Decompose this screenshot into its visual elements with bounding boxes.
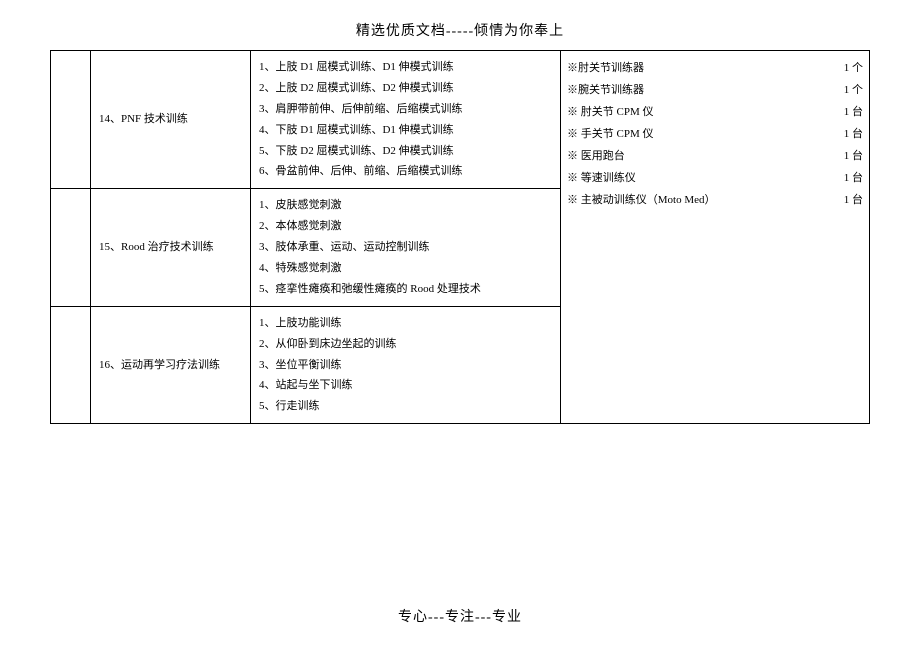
equipment-item: ※ 肘关节 CPM 仪 1 台 xyxy=(567,101,863,123)
empty-cell xyxy=(51,51,91,189)
training-table: 14、PNF 技术训练 1、上肢 D1 屈模式训练、D1 伸模式训练 2、上肢 … xyxy=(50,50,870,424)
list-item: 3、肢体承重、运动、运动控制训练 xyxy=(259,237,552,258)
equip-qty: 1 个 xyxy=(834,79,863,101)
equipment-item: ※ 医用跑台 1 台 xyxy=(567,145,863,167)
page-header: 精选优质文档-----倾情为你奉上 xyxy=(50,20,870,40)
row-title: 15、Rood 治疗技术训练 xyxy=(91,189,251,306)
equip-label: ※ 医用跑台 xyxy=(567,145,625,167)
equip-label: ※ 主被动训练仪（Moto Med） xyxy=(567,189,716,211)
list-item: 2、上肢 D2 屈模式训练、D2 伸模式训练 xyxy=(259,78,552,99)
row-title: 14、PNF 技术训练 xyxy=(91,51,251,189)
row-items: 1、上肢 D1 屈模式训练、D1 伸模式训练 2、上肢 D2 屈模式训练、D2 … xyxy=(251,51,561,189)
equip-label: ※ 手关节 CPM 仪 xyxy=(567,123,654,145)
list-item: 6、骨盆前伸、后伸、前缩、后缩模式训练 xyxy=(259,161,552,182)
list-item: 5、行走训练 xyxy=(259,396,552,417)
list-item: 4、站起与坐下训练 xyxy=(259,375,552,396)
list-item: 3、坐位平衡训练 xyxy=(259,355,552,376)
equipment-item: ※腕关节训练器 1 个 xyxy=(567,79,863,101)
equip-qty: 1 台 xyxy=(834,167,863,189)
list-item: 3、肩胛带前伸、后伸前缩、后缩模式训练 xyxy=(259,99,552,120)
list-item: 4、特殊感觉刺激 xyxy=(259,258,552,279)
list-item: 1、皮肤感觉刺激 xyxy=(259,195,552,216)
list-item: 1、上肢 D1 屈模式训练、D1 伸模式训练 xyxy=(259,57,552,78)
row-items: 1、皮肤感觉刺激 2、本体感觉刺激 3、肢体承重、运动、运动控制训练 4、特殊感… xyxy=(251,189,561,306)
row-items: 1、上肢功能训练 2、从仰卧到床边坐起的训练 3、坐位平衡训练 4、站起与坐下训… xyxy=(251,306,561,423)
equip-qty: 1 台 xyxy=(834,145,863,167)
equipment-item: ※ 手关节 CPM 仪 1 台 xyxy=(567,123,863,145)
list-item: 2、从仰卧到床边坐起的训练 xyxy=(259,334,552,355)
list-item: 1、上肢功能训练 xyxy=(259,313,552,334)
equipment-cell: ※肘关节训练器 1 个 ※腕关节训练器 1 个 ※ 肘关节 CPM 仪 1 台 … xyxy=(561,51,870,424)
page-footer: 专心---专注---专业 xyxy=(0,606,920,626)
equip-label: ※ 肘关节 CPM 仪 xyxy=(567,101,654,123)
empty-cell xyxy=(51,306,91,423)
equip-qty: 1 台 xyxy=(834,123,863,145)
list-item: 5、痉挛性瘫痪和弛缓性瘫痪的 Rood 处理技术 xyxy=(259,279,552,300)
equipment-item: ※肘关节训练器 1 个 xyxy=(567,57,863,79)
list-item: 2、本体感觉刺激 xyxy=(259,216,552,237)
empty-cell xyxy=(51,189,91,306)
row-title: 16、运动再学习疗法训练 xyxy=(91,306,251,423)
list-item: 5、下肢 D2 屈模式训练、D2 伸模式训练 xyxy=(259,141,552,162)
equip-label: ※腕关节训练器 xyxy=(567,79,644,101)
equipment-item: ※ 等速训练仪 1 台 xyxy=(567,167,863,189)
equip-label: ※ 等速训练仪 xyxy=(567,167,636,189)
equip-qty: 1 台 xyxy=(834,101,863,123)
equip-qty: 1 个 xyxy=(834,57,863,79)
equip-label: ※肘关节训练器 xyxy=(567,57,644,79)
list-item: 4、下肢 D1 屈模式训练、D1 伸模式训练 xyxy=(259,120,552,141)
table-row: 14、PNF 技术训练 1、上肢 D1 屈模式训练、D1 伸模式训练 2、上肢 … xyxy=(51,51,870,189)
equip-qty: 1 台 xyxy=(834,189,863,211)
equipment-item: ※ 主被动训练仪（Moto Med） 1 台 xyxy=(567,189,863,211)
